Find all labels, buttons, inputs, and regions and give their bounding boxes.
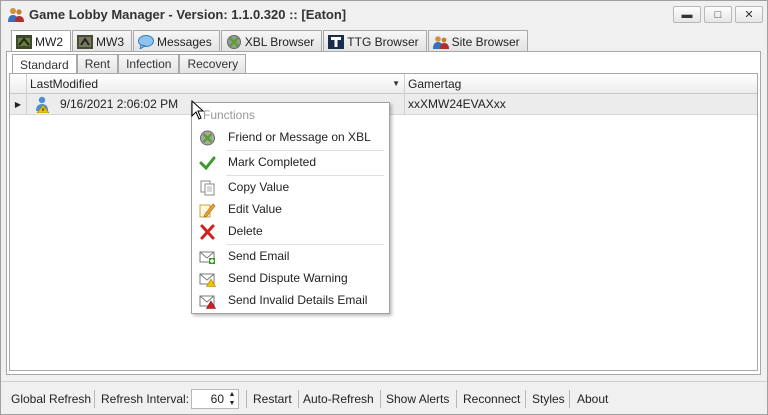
tab-recovery[interactable]: Recovery xyxy=(179,54,247,73)
tab-label: MW3 xyxy=(96,34,124,49)
mw2-icon xyxy=(16,35,32,49)
auto-refresh-button[interactable]: Auto-Refresh xyxy=(303,392,374,406)
tab-label: TTG Browser xyxy=(347,34,419,49)
tab-messages[interactable]: Messages xyxy=(133,30,220,52)
checkmark-icon xyxy=(199,156,216,171)
status-divider xyxy=(525,390,526,408)
menu-item-label: Friend or Message on XBL xyxy=(228,130,371,144)
refresh-interval-stepper[interactable]: 60 ▲ ▼ xyxy=(191,389,239,409)
mw3-icon xyxy=(77,34,93,49)
menu-item-label: Edit Value xyxy=(228,202,282,216)
email-warning-icon xyxy=(199,273,216,287)
menu-divider xyxy=(226,175,384,176)
xbox-icon xyxy=(226,34,241,49)
stepper-up-icon[interactable]: ▲ xyxy=(227,390,237,399)
main-tab-strip: MW2 MW3 Messages XBL Browser TTG Browser xyxy=(11,30,529,53)
app-window: Game Lobby Manager - Version: 1.1.0.320 … xyxy=(0,0,768,415)
cell-gamertag[interactable]: xxXMW24EVAXxx xyxy=(408,94,757,115)
menu-item-send-email[interactable]: Send Email xyxy=(194,246,388,268)
stepper-down-icon[interactable]: ▼ xyxy=(227,399,237,408)
menu-divider xyxy=(226,150,384,151)
menu-item-friend-or-message[interactable]: Friend or Message on XBL xyxy=(194,127,388,149)
window-title: Game Lobby Manager - Version: 1.1.0.320 … xyxy=(29,7,347,22)
sort-descending-icon[interactable]: ▼ xyxy=(392,74,400,94)
grid-header: LastModified ▼ Gamertag xyxy=(10,74,757,94)
column-header-gamertag[interactable]: Gamertag xyxy=(405,74,757,94)
status-divider xyxy=(246,390,247,408)
menu-item-label: Mark Completed xyxy=(228,155,317,169)
edit-icon xyxy=(199,203,216,218)
menu-item-delete[interactable]: Delete xyxy=(194,221,388,243)
styles-button[interactable]: Styles xyxy=(532,392,565,406)
row-indicator-arrow-icon: ▶ xyxy=(10,94,27,115)
status-divider xyxy=(380,390,381,408)
speech-bubble-icon xyxy=(138,34,154,49)
refresh-interval-label: Refresh Interval: xyxy=(101,392,190,406)
menu-item-label: Send Email xyxy=(228,249,290,263)
global-refresh-button[interactable]: Global Refresh xyxy=(11,392,91,406)
tab-label: MW2 xyxy=(35,35,63,49)
copy-icon xyxy=(200,180,215,196)
users-icon xyxy=(8,8,24,22)
tab-mw3[interactable]: MW3 xyxy=(72,30,132,52)
users-icon xyxy=(432,35,449,49)
menu-item-copy-value[interactable]: Copy Value xyxy=(194,177,388,199)
restart-button[interactable]: Restart xyxy=(253,392,292,406)
context-menu-header: Functions xyxy=(203,108,256,122)
ttg-icon xyxy=(328,34,345,49)
email-add-icon xyxy=(199,251,215,264)
status-divider xyxy=(569,390,570,408)
tab-standard[interactable]: Standard xyxy=(12,54,77,74)
menu-item-send-invalid-details[interactable]: Send Invalid Details Email xyxy=(194,290,388,312)
xbox-icon xyxy=(200,130,215,146)
menu-item-label: Delete xyxy=(228,224,263,238)
row-indicator-header xyxy=(10,74,27,94)
sub-tab-strip: Standard Rent Infection Recovery xyxy=(12,54,247,74)
about-button[interactable]: About xyxy=(577,392,608,406)
status-divider xyxy=(298,390,299,408)
tab-site-browser[interactable]: Site Browser xyxy=(427,30,528,52)
menu-item-label: Copy Value xyxy=(228,180,290,194)
close-button[interactable]: ✕ xyxy=(735,6,763,23)
tab-xbl-browser[interactable]: XBL Browser xyxy=(220,30,323,52)
tab-label: Site Browser xyxy=(451,34,520,49)
show-alerts-button[interactable]: Show Alerts xyxy=(386,392,449,406)
menu-item-label: Send Dispute Warning xyxy=(228,271,348,285)
menu-item-edit-value[interactable]: Edit Value xyxy=(194,199,388,221)
tab-label: Messages xyxy=(157,34,212,49)
reconnect-button[interactable]: Reconnect xyxy=(463,392,520,406)
minimize-button[interactable]: ▬ xyxy=(673,6,701,23)
title-bar: Game Lobby Manager - Version: 1.1.0.320 … xyxy=(1,1,767,29)
column-header-label: LastModified xyxy=(30,77,99,91)
menu-item-send-dispute-warning[interactable]: Send Dispute Warning xyxy=(194,268,388,290)
status-divider xyxy=(456,390,457,408)
maximize-button[interactable]: □ xyxy=(704,6,732,23)
menu-item-label: Send Invalid Details Email xyxy=(228,293,368,307)
context-menu: Functions Friend or Message on XBL Mark … xyxy=(191,102,390,314)
menu-divider xyxy=(226,244,384,245)
column-header-lastmodified[interactable]: LastModified ▼ xyxy=(27,74,405,94)
tab-ttg-browser[interactable]: TTG Browser xyxy=(323,30,427,52)
tab-label: XBL Browser xyxy=(244,34,315,49)
tab-rent[interactable]: Rent xyxy=(76,54,119,73)
tab-mw2[interactable]: MW2 xyxy=(11,30,71,53)
refresh-interval-value[interactable]: 60 xyxy=(192,392,224,406)
menu-item-mark-completed[interactable]: Mark Completed xyxy=(194,152,388,174)
status-bar: Global Refresh Refresh Interval: 60 ▲ ▼ … xyxy=(1,381,767,414)
mouse-pointer-icon xyxy=(191,100,205,120)
delete-x-icon xyxy=(200,224,215,240)
tab-infection[interactable]: Infection xyxy=(118,54,180,73)
status-divider xyxy=(94,390,95,408)
email-error-icon xyxy=(199,295,216,309)
